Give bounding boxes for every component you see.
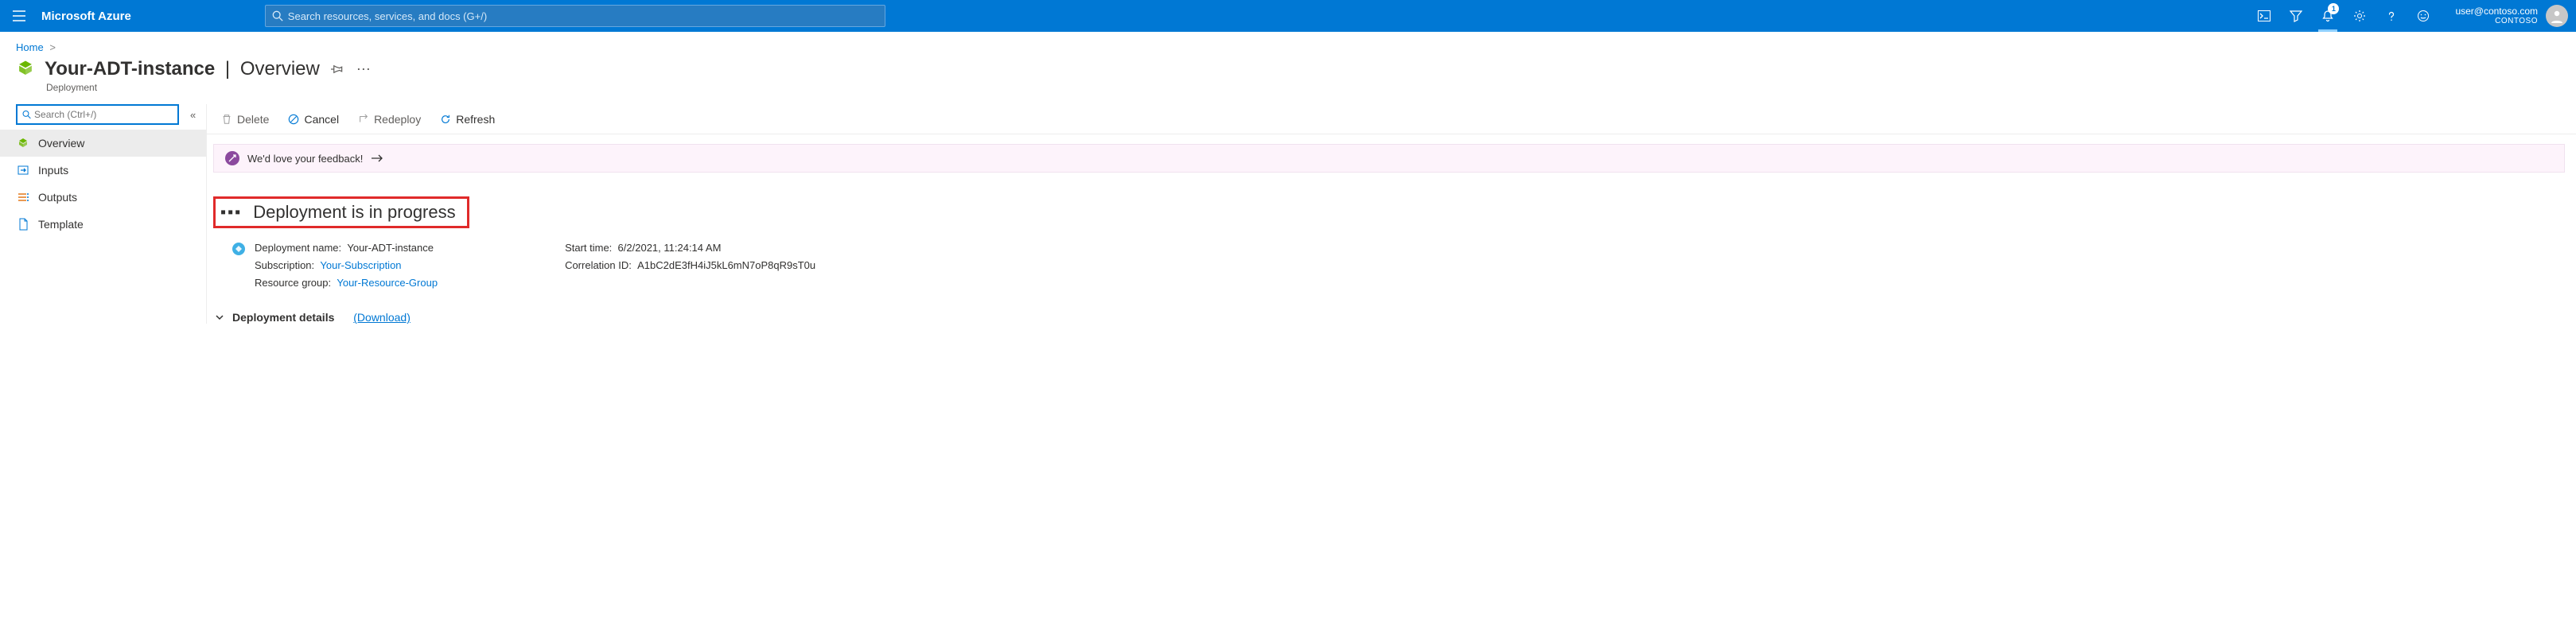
notifications-button[interactable]: 1 [2312, 0, 2344, 32]
page-title-row: Your-ADT-instance | Overview ⋯ [0, 53, 2576, 82]
refresh-icon [440, 114, 451, 125]
sidebar-item-overview[interactable]: Overview [0, 130, 206, 157]
breadcrumb-home[interactable]: Home [16, 41, 44, 53]
cancel-icon [288, 114, 299, 125]
refresh-label: Refresh [456, 113, 495, 126]
redeploy-icon [358, 114, 369, 125]
template-icon [17, 218, 29, 231]
trash-icon [221, 114, 232, 125]
collapse-sidebar-button[interactable]: « [190, 109, 196, 121]
sidebar: « Overview Inputs Outputs Template [0, 104, 207, 324]
overview-icon [17, 137, 29, 150]
deployment-name-label: Deployment name: [255, 242, 341, 254]
hamburger-icon [13, 10, 25, 21]
start-time-label: Start time: [565, 242, 612, 254]
page-title-section: Overview [240, 58, 320, 80]
deployment-status-title: Deployment is in progress [253, 202, 455, 223]
breadcrumb-separator: > [49, 41, 56, 53]
sidebar-search-input[interactable] [34, 109, 173, 120]
page-title: Your-ADT-instance [45, 58, 215, 80]
resource-group-label: Resource group: [255, 277, 331, 289]
redeploy-button[interactable]: Redeploy [350, 107, 429, 131]
gear-icon [2353, 10, 2366, 22]
cancel-button[interactable]: Cancel [280, 107, 347, 131]
global-search-input[interactable] [288, 10, 878, 22]
account-info[interactable]: user@contoso.com CONTOSO [2439, 6, 2546, 26]
start-time-value: 6/2/2021, 11:24:14 AM [618, 242, 722, 254]
deployment-status: ▪▪▪ Deployment is in progress [213, 196, 469, 228]
cloud-shell-button[interactable] [2248, 0, 2280, 32]
sidebar-item-inputs[interactable]: Inputs [0, 157, 206, 184]
avatar-icon [2549, 8, 2565, 24]
command-bar: Delete Cancel Redeploy Refresh [207, 104, 2576, 134]
resource-group-link[interactable]: Your-Resource-Group [337, 277, 438, 289]
arrow-right-icon [371, 154, 383, 162]
feedback-text: We'd love your feedback! [247, 153, 363, 165]
deployment-icon [231, 241, 247, 257]
refresh-button[interactable]: Refresh [432, 107, 503, 131]
user-email: user@contoso.com [2455, 6, 2538, 17]
brand-label: Microsoft Azure [38, 10, 146, 23]
inputs-icon [17, 164, 29, 177]
redeploy-label: Redeploy [374, 113, 421, 126]
search-icon [22, 110, 31, 119]
deployment-name-value: Your-ADT-instance [347, 242, 434, 254]
resource-icon [14, 58, 37, 80]
feedback-banner[interactable]: We'd love your feedback! [213, 144, 2565, 173]
hamburger-menu[interactable] [0, 0, 38, 32]
cloud-shell-icon [2258, 10, 2271, 21]
sidebar-item-template[interactable]: Template [0, 211, 206, 238]
filter-icon [2290, 10, 2302, 22]
notification-badge: 1 [2328, 3, 2339, 14]
avatar[interactable] [2546, 5, 2568, 27]
main-content: Delete Cancel Redeploy Refresh We'd love… [207, 104, 2576, 324]
breadcrumb: Home > [0, 32, 2576, 53]
smiley-icon [2417, 10, 2430, 22]
delete-button[interactable]: Delete [213, 107, 277, 131]
directory-filter-button[interactable] [2280, 0, 2312, 32]
global-search-wrap [265, 5, 885, 27]
correlation-id-value: A1bC2dE3fH4iJ5kL6mN7oP8qR9sT0u [637, 259, 815, 271]
top-bar: Microsoft Azure 1 user@contoso.com CONTO… [0, 0, 2576, 32]
global-search[interactable] [265, 5, 885, 27]
sidebar-search[interactable] [16, 104, 179, 125]
feedback-icon [225, 151, 239, 165]
correlation-id-label: Correlation ID: [565, 259, 632, 271]
chevron-down-icon [215, 313, 224, 322]
deployment-metadata: Deployment name: Your-ADT-instance Subsc… [207, 228, 2576, 292]
delete-label: Delete [237, 113, 269, 126]
settings-button[interactable] [2344, 0, 2376, 32]
deployment-details-label: Deployment details [232, 311, 334, 324]
subscription-label: Subscription: [255, 259, 314, 271]
feedback-smiley-button[interactable] [2407, 0, 2439, 32]
page-title-divider: | [220, 58, 235, 80]
sidebar-item-label: Overview [38, 137, 84, 150]
more-menu-button[interactable]: ⋯ [356, 61, 372, 78]
help-icon [2385, 10, 2398, 22]
subscription-link[interactable]: Your-Subscription [320, 259, 401, 271]
search-icon [272, 10, 283, 21]
page-subtitle: Deployment [0, 82, 2576, 93]
help-button[interactable] [2376, 0, 2407, 32]
pin-icon[interactable] [331, 63, 344, 76]
sidebar-item-outputs[interactable]: Outputs [0, 184, 206, 211]
progress-indicator-icon: ▪▪▪ [220, 204, 242, 222]
deployment-details-expander[interactable]: Deployment details (Download) [207, 292, 2576, 324]
sidebar-item-label: Inputs [38, 164, 68, 177]
topbar-right: 1 user@contoso.com CONTOSO [2248, 0, 2576, 32]
outputs-icon [17, 191, 29, 204]
cancel-label: Cancel [304, 113, 339, 126]
download-link[interactable]: (Download) [353, 311, 411, 324]
sidebar-item-label: Template [38, 218, 84, 231]
tenant-name: CONTOSO [2455, 17, 2538, 26]
sidebar-item-label: Outputs [38, 191, 77, 204]
